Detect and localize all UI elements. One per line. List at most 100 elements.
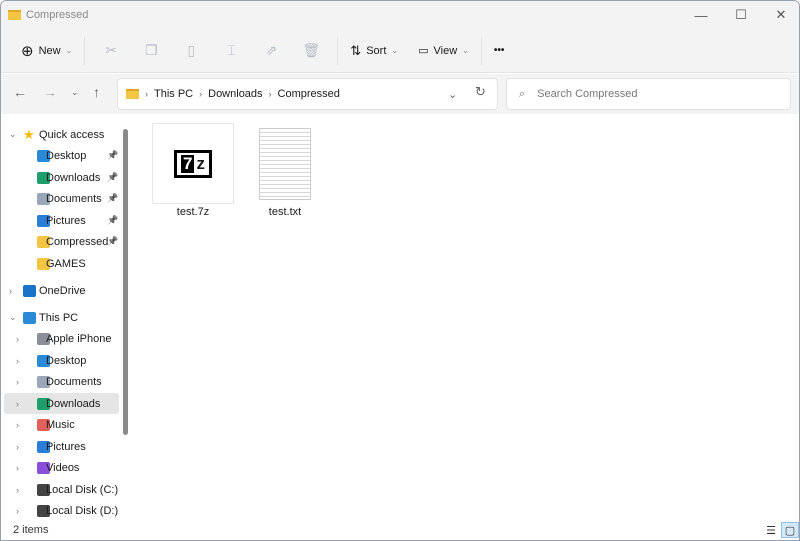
maximize-button[interactable]: ☐ [721,1,761,29]
scissors-icon: ✂ [105,42,118,58]
refresh-button[interactable]: ↻ [475,84,486,100]
sidebar-item-onedrive[interactable]: › OneDrive [4,280,119,301]
sidebar-item-label: Local Disk (C:) [46,483,119,496]
monitor-icon: ▭ [418,45,429,57]
sidebar-item-compressed[interactable]: Compressed 📌 [4,231,119,252]
minimize-button[interactable]: — [681,1,721,29]
rename-button[interactable]: ⌶ [211,36,251,66]
search-icon: ⌕ [519,87,526,100]
sidebar-item-label: Downloads [46,397,101,410]
chevron-right-icon[interactable]: › [16,463,19,473]
chevron-down-icon: ⌄ [462,46,469,55]
sidebar-item-desktop[interactable]: › Desktop [4,350,119,371]
text-file-icon [244,123,326,204]
delete-button[interactable]: 🗑 [291,36,331,66]
pin-icon[interactable]: 📌 [107,172,118,183]
chevron-right-icon: › [145,89,148,99]
more-options-button[interactable]: ••• [488,36,511,66]
up-button[interactable]: ↑ [93,84,100,100]
sidebar-item-label: Documents [46,192,102,205]
trash-icon: 🗑 [302,42,321,58]
breadcrumb-this-pc[interactable]: This PC [154,88,193,100]
sidebar-item-label: Desktop [46,149,87,162]
search-input[interactable]: ⌕ Search Compressed [506,78,791,110]
divider [84,36,86,65]
chevron-right-icon[interactable]: › [16,442,19,452]
file-item-txt[interactable]: test.txt [244,123,326,218]
sidebar-item-label: Videos [46,461,80,474]
sidebar-item-downloads[interactable]: Downloads 📌 [4,167,119,188]
breadcrumb[interactable]: › This PC › Downloads › Compressed ⌄ [117,78,498,110]
paste-button[interactable]: ▯ [171,36,211,66]
copy-button[interactable]: ❐ [131,36,171,66]
cut-button[interactable]: ✂ [91,36,131,66]
status-bar: 2 items ☰ ▢ [1,520,799,540]
pin-icon[interactable]: 📌 [107,193,118,204]
chevron-right-icon[interactable]: › [16,506,19,516]
sidebar-item-local-disk-d[interactable]: › Local Disk (D:) [4,500,119,521]
sidebar-item-label: Downloads [46,171,101,184]
sidebar-item-pictures[interactable]: › Pictures [4,436,119,457]
sidebar-item-videos[interactable]: › Videos [4,457,119,478]
pin-icon[interactable]: 📌 [107,236,118,247]
pin-icon[interactable]: 📌 [107,150,118,161]
title-bar: Compressed — ☐ ✕ [1,1,799,29]
chevron-right-icon[interactable]: › [16,334,19,344]
folder-icon [8,10,21,20]
sidebar-item-label: Quick access [39,128,105,141]
sidebar-item-this-pc[interactable]: ⌄ This PC [4,307,119,328]
breadcrumb-downloads[interactable]: Downloads [208,88,262,100]
sidebar-scrollbar[interactable] [123,129,128,435]
cloud-icon [23,284,36,297]
sidebar-item-label: Compressed [46,235,109,248]
sidebar-item-downloads[interactable]: › Downloads [4,393,119,414]
window-title: Compressed [26,9,89,21]
chevron-down-icon[interactable]: ⌄ [9,312,17,323]
sidebar-item-documents[interactable]: › Documents [4,371,119,392]
sidebar-item-local-disk-c[interactable]: › Local Disk (C:) [4,479,119,500]
sidebar-item-documents[interactable]: Documents 📌 [4,188,119,209]
chevron-right-icon[interactable]: › [16,377,19,387]
new-button[interactable]: ⊕ New ⌄ [15,36,78,66]
recent-locations-button[interactable]: ⌄ [71,87,79,98]
forward-button[interactable]: → [43,84,57,100]
sidebar-item-pictures[interactable]: Pictures 📌 [4,210,119,231]
share-button[interactable]: ⇗ [251,36,291,66]
sort-label: Sort [366,44,387,57]
sidebar-item-apple-iphone[interactable]: › Apple iPhone [4,328,119,349]
sidebar-item-label: OneDrive [39,284,86,297]
item-count: 2 items [13,524,49,536]
view-label: View [433,44,458,57]
sidebar-item-games[interactable]: GAMES [4,253,119,274]
breadcrumb-compressed[interactable]: Compressed [278,88,340,100]
sidebar-item-label: Local Disk (D:) [46,504,119,517]
back-button[interactable]: ← [13,84,27,100]
sort-button[interactable]: ⇅ Sort ⌄ [344,36,404,66]
close-button[interactable]: ✕ [761,1,799,29]
star-icon: ★ [23,127,35,142]
chevron-right-icon[interactable]: › [16,399,19,409]
sidebar-item-music[interactable]: › Music [4,414,119,435]
chevron-right-icon[interactable]: › [16,356,19,366]
sidebar-item-desktop[interactable]: Desktop 📌 [4,145,119,166]
chevron-right-icon[interactable]: › [9,286,12,296]
share-icon: ⇗ [265,42,278,58]
address-row: ← → ⌄ ↑ › This PC › Downloads › Compress… [1,74,799,114]
chevron-down-icon: ⌄ [391,46,399,55]
sidebar-item-label: Apple iPhone [46,332,112,345]
chevron-down-icon[interactable]: ⌄ [9,129,17,140]
file-name: test.7z [176,206,210,218]
details-view-button[interactable]: ☰ [762,522,780,538]
sidebar-item-label: Desktop [46,354,87,367]
chevron-right-icon: › [268,89,272,99]
pin-icon[interactable]: 📌 [107,215,118,226]
sort-icon: ⇅ [350,42,362,58]
sidebar-item-quick-access[interactable]: ⌄ ★ Quick access [4,124,119,145]
chevron-right-icon[interactable]: › [16,420,19,430]
view-button[interactable]: ▭ View ⌄ [412,36,475,66]
file-item-7z[interactable]: 7z test.7z [152,123,234,218]
plus-circle-icon: ⊕ [21,42,34,60]
address-dropdown-icon[interactable]: ⌄ [448,88,457,101]
chevron-right-icon[interactable]: › [16,485,19,495]
large-icons-view-button[interactable]: ▢ [781,522,799,538]
